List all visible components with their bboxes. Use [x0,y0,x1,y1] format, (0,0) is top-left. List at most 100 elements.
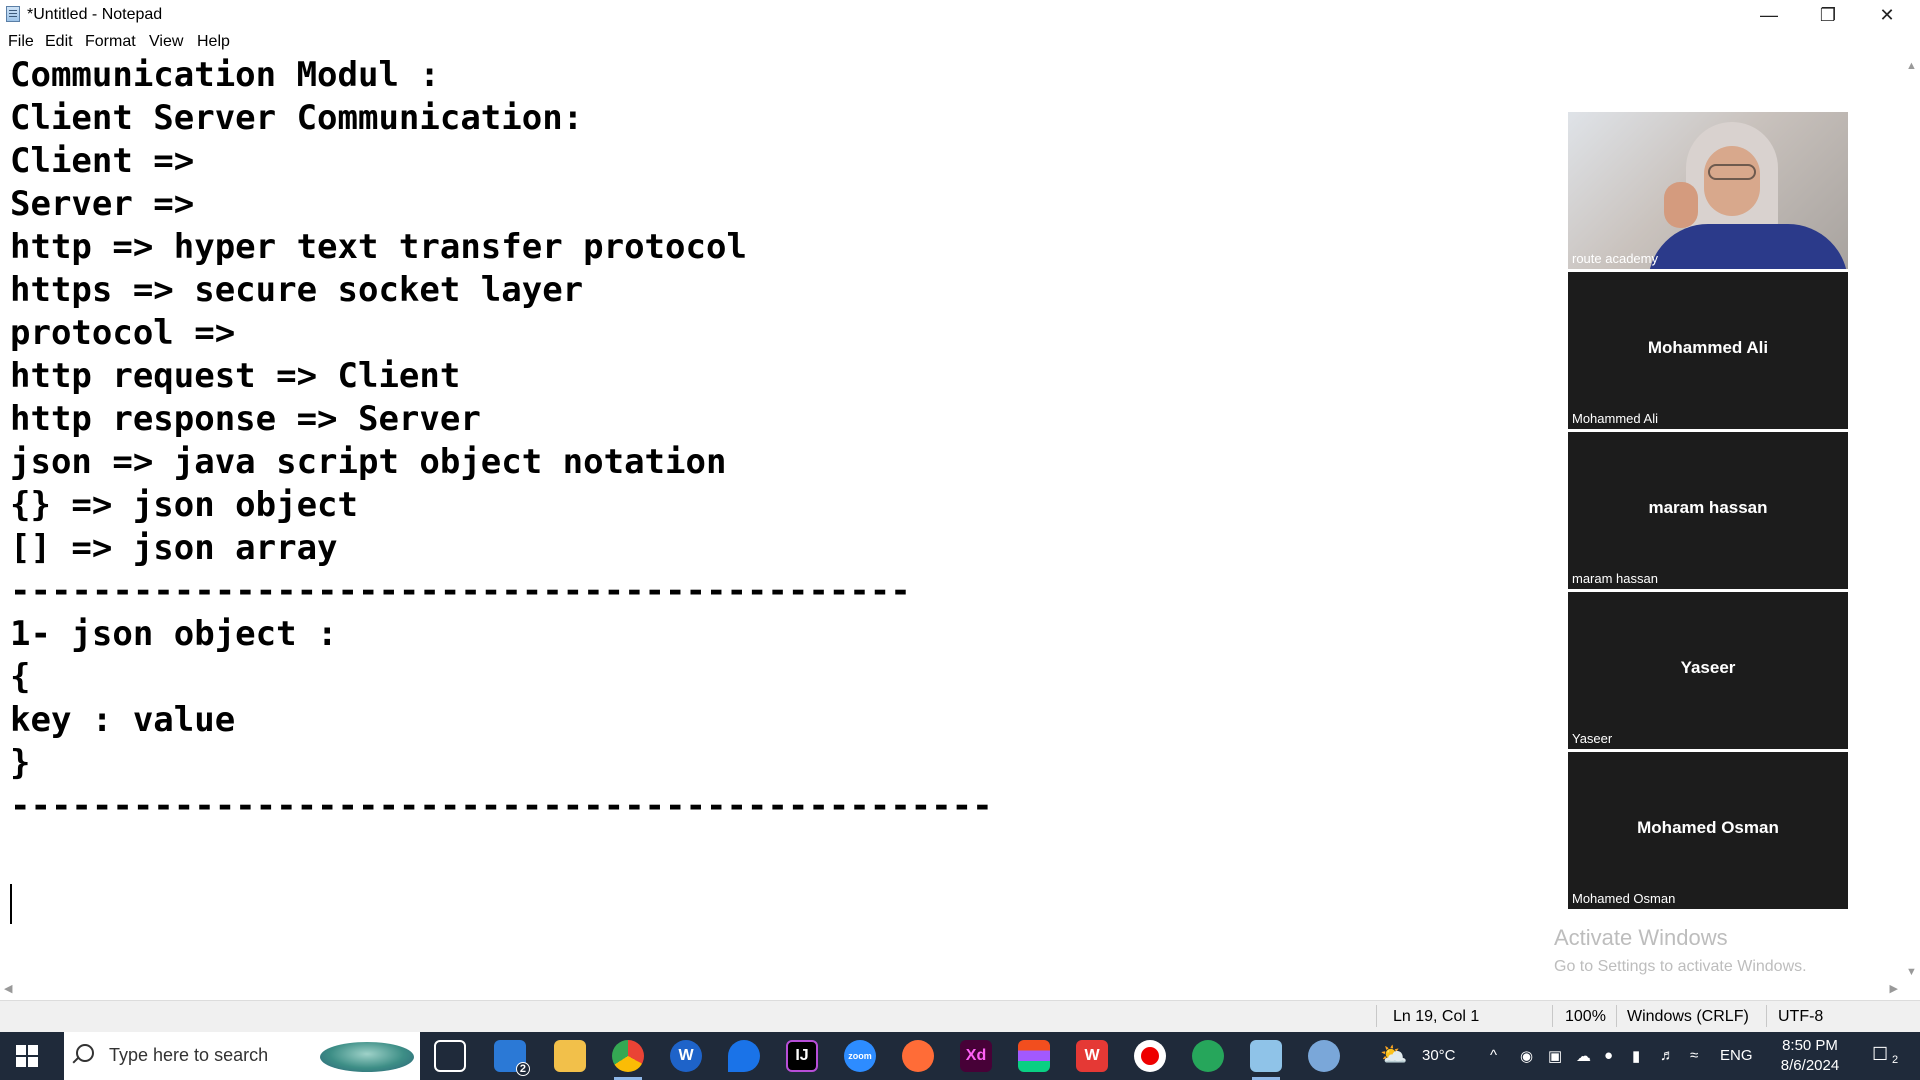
clock-time: 8:50 PM [1782,1037,1838,1054]
volume-icon[interactable]: ♬ [1660,1047,1675,1064]
participant-name: Mohammed Ali [1647,338,1769,357]
vertical-scrollbar[interactable]: ▲ ▼ [1902,54,1920,982]
status-divider [1376,1005,1377,1027]
task-view-icon[interactable] [434,1040,466,1072]
mail-badge: 2 [515,1062,530,1076]
wifi-icon[interactable]: ≈ [1690,1047,1698,1064]
editor-line: [] => json array [10,528,338,568]
participant-tile[interactable]: Yaseer Yaseer [1568,592,1848,749]
editor-line: protocol => [10,313,236,353]
scroll-up-icon[interactable]: ▲ [1906,60,1917,72]
editor-line: key : value [10,700,236,740]
participant-label: Yaseer [1572,731,1613,746]
search-highlight-image [320,1042,414,1072]
notification-count: 2 [1892,1054,1899,1066]
status-divider [1616,1005,1617,1027]
participant-tile[interactable]: Mohammed Ali Mohammed Ali [1568,272,1848,429]
participant-label: route academy [1572,251,1658,266]
display-icon[interactable]: ▣ [1548,1047,1562,1065]
participant-label: maram hassan [1572,571,1658,586]
menu-bar: File Edit Format View Help [0,30,1920,54]
editor-line: https => secure socket layer [10,270,584,310]
microphone-icon[interactable]: ● [1604,1047,1613,1064]
editor-line: json => java script object notation [10,442,727,482]
adobe-xd-icon[interactable]: Xd [960,1040,992,1072]
wps-icon[interactable]: W [1076,1040,1108,1072]
glasses-icon [1708,164,1756,180]
menu-view[interactable]: View [149,33,183,51]
editor-line: http response => Server [10,399,481,439]
menu-file[interactable]: File [8,33,34,51]
record-status-icon[interactable]: ◉ [1520,1047,1533,1065]
figma-icon[interactable] [1018,1040,1050,1072]
close-button[interactable]: ✕ [1858,0,1916,30]
menu-format[interactable]: Format [85,33,136,51]
status-divider [1766,1005,1767,1027]
taskbar-search[interactable]: Type here to search [64,1032,420,1080]
editor-line: 1- json object : [10,614,338,654]
app-icon[interactable] [1192,1040,1224,1072]
maps-icon[interactable] [728,1040,760,1072]
cursor-position: Ln 19, Col 1 [1393,1008,1480,1025]
search-icon [76,1044,94,1062]
participant-tile[interactable]: maram hassan maram hassan [1568,432,1848,589]
postman-icon[interactable] [902,1040,934,1072]
minimize-button[interactable]: — [1740,0,1798,30]
horizontal-scrollbar[interactable]: ◀ ▶ [0,982,1902,998]
participant-video-tile[interactable]: route academy [1568,112,1848,269]
participant-hand [1664,182,1698,228]
participant-body [1648,224,1848,269]
app-icon[interactable]: W [670,1040,702,1072]
window-title: *Untitled - Notepad [27,6,163,23]
taskbar: Type here to search 2 W IJ zoom Xd W ⛅ 3… [0,1032,1920,1080]
taskbar-clock[interactable]: 8:50 PM 8/6/2024 [1770,1036,1850,1076]
menu-help[interactable]: Help [197,33,230,51]
weather-icon[interactable]: ⛅ [1380,1042,1407,1068]
paint-icon[interactable] [1308,1040,1340,1072]
scroll-right-icon[interactable]: ▶ [1890,982,1898,995]
scroll-down-icon[interactable]: ▼ [1906,966,1917,978]
editor-line: Communication Modul : [10,55,440,95]
weather-temperature[interactable]: 30°C [1422,1047,1456,1064]
participant-name: Mohamed Osman [1637,818,1779,837]
editor-line: { [10,657,31,697]
editor-line: Client Server Communication: [10,98,584,138]
notifications-icon[interactable]: ☐ [1872,1044,1888,1065]
editor-line: {} => json object [10,485,358,525]
maximize-button[interactable]: ❐ [1799,0,1857,30]
intellij-icon[interactable]: IJ [786,1040,818,1072]
editor-line: ----------------------------------------… [10,786,993,826]
participant-tile[interactable]: Mohamed Osman Mohamed Osman [1568,752,1848,909]
editor-line: http request => Client [10,356,461,396]
battery-icon[interactable]: ▮ [1632,1047,1640,1065]
search-input[interactable]: Type here to search [109,1045,268,1066]
participant-name: Yaseer [1680,658,1736,677]
scroll-left-icon[interactable]: ◀ [4,982,12,995]
status-bar: Ln 19, Col 1 100% Windows (CRLF) UTF-8 [0,1000,1920,1032]
editor-text[interactable]: Communication Modul : Client Server Comm… [10,54,993,828]
record-icon[interactable] [1134,1040,1166,1072]
language-indicator[interactable]: ENG [1720,1047,1753,1064]
editor-line: ----------------------------------------… [10,571,911,611]
editor-line: } [10,743,31,783]
participant-face [1704,146,1760,216]
participant-name: maram hassan [1648,498,1768,517]
participant-label: Mohammed Ali [1572,411,1658,426]
file-explorer-icon[interactable] [554,1040,586,1072]
notepad-icon [6,6,20,22]
chevron-up-icon[interactable]: ^ [1490,1047,1497,1064]
participants-panel: route academy Mohammed Ali Mohammed Ali … [1568,112,1848,912]
chrome-icon[interactable] [612,1040,644,1080]
menu-edit[interactable]: Edit [45,33,73,51]
cloud-icon[interactable]: ☁ [1576,1047,1591,1065]
activation-watermark-subtitle: Go to Settings to activate Windows. [1554,958,1807,975]
editor-line: http => hyper text transfer protocol [10,227,747,267]
title-bar: *Untitled - Notepad — ❐ ✕ [0,0,1920,30]
notepad-icon[interactable] [1250,1040,1282,1080]
zoom-icon[interactable]: zoom [844,1040,876,1072]
line-ending: Windows (CRLF) [1627,1008,1749,1025]
start-icon[interactable] [16,1045,38,1067]
zoom-level: 100% [1565,1008,1606,1025]
mail-icon[interactable]: 2 [494,1040,530,1076]
text-caret [10,884,12,924]
